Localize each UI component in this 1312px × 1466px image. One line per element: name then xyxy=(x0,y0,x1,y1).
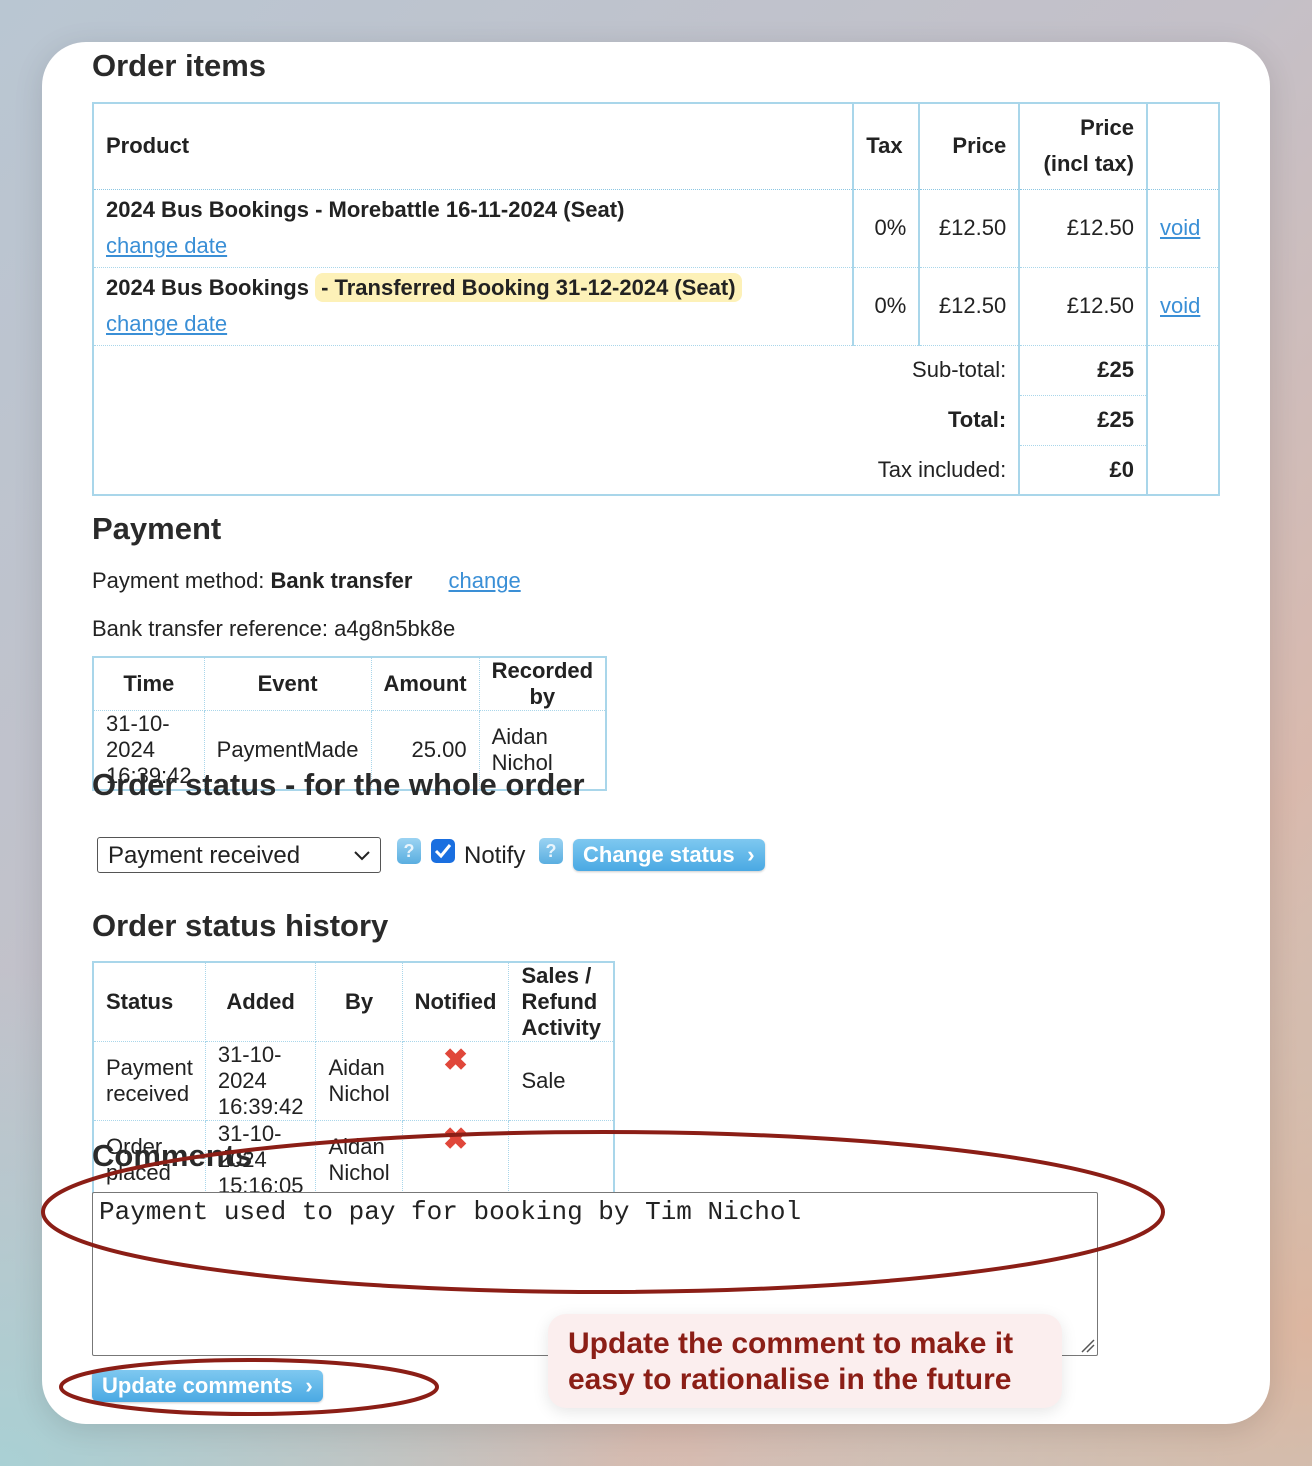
comments-highlight-ellipse xyxy=(41,1130,1165,1294)
annotation-overlay xyxy=(41,1130,1165,1416)
button-highlight-ellipse xyxy=(59,1358,439,1416)
